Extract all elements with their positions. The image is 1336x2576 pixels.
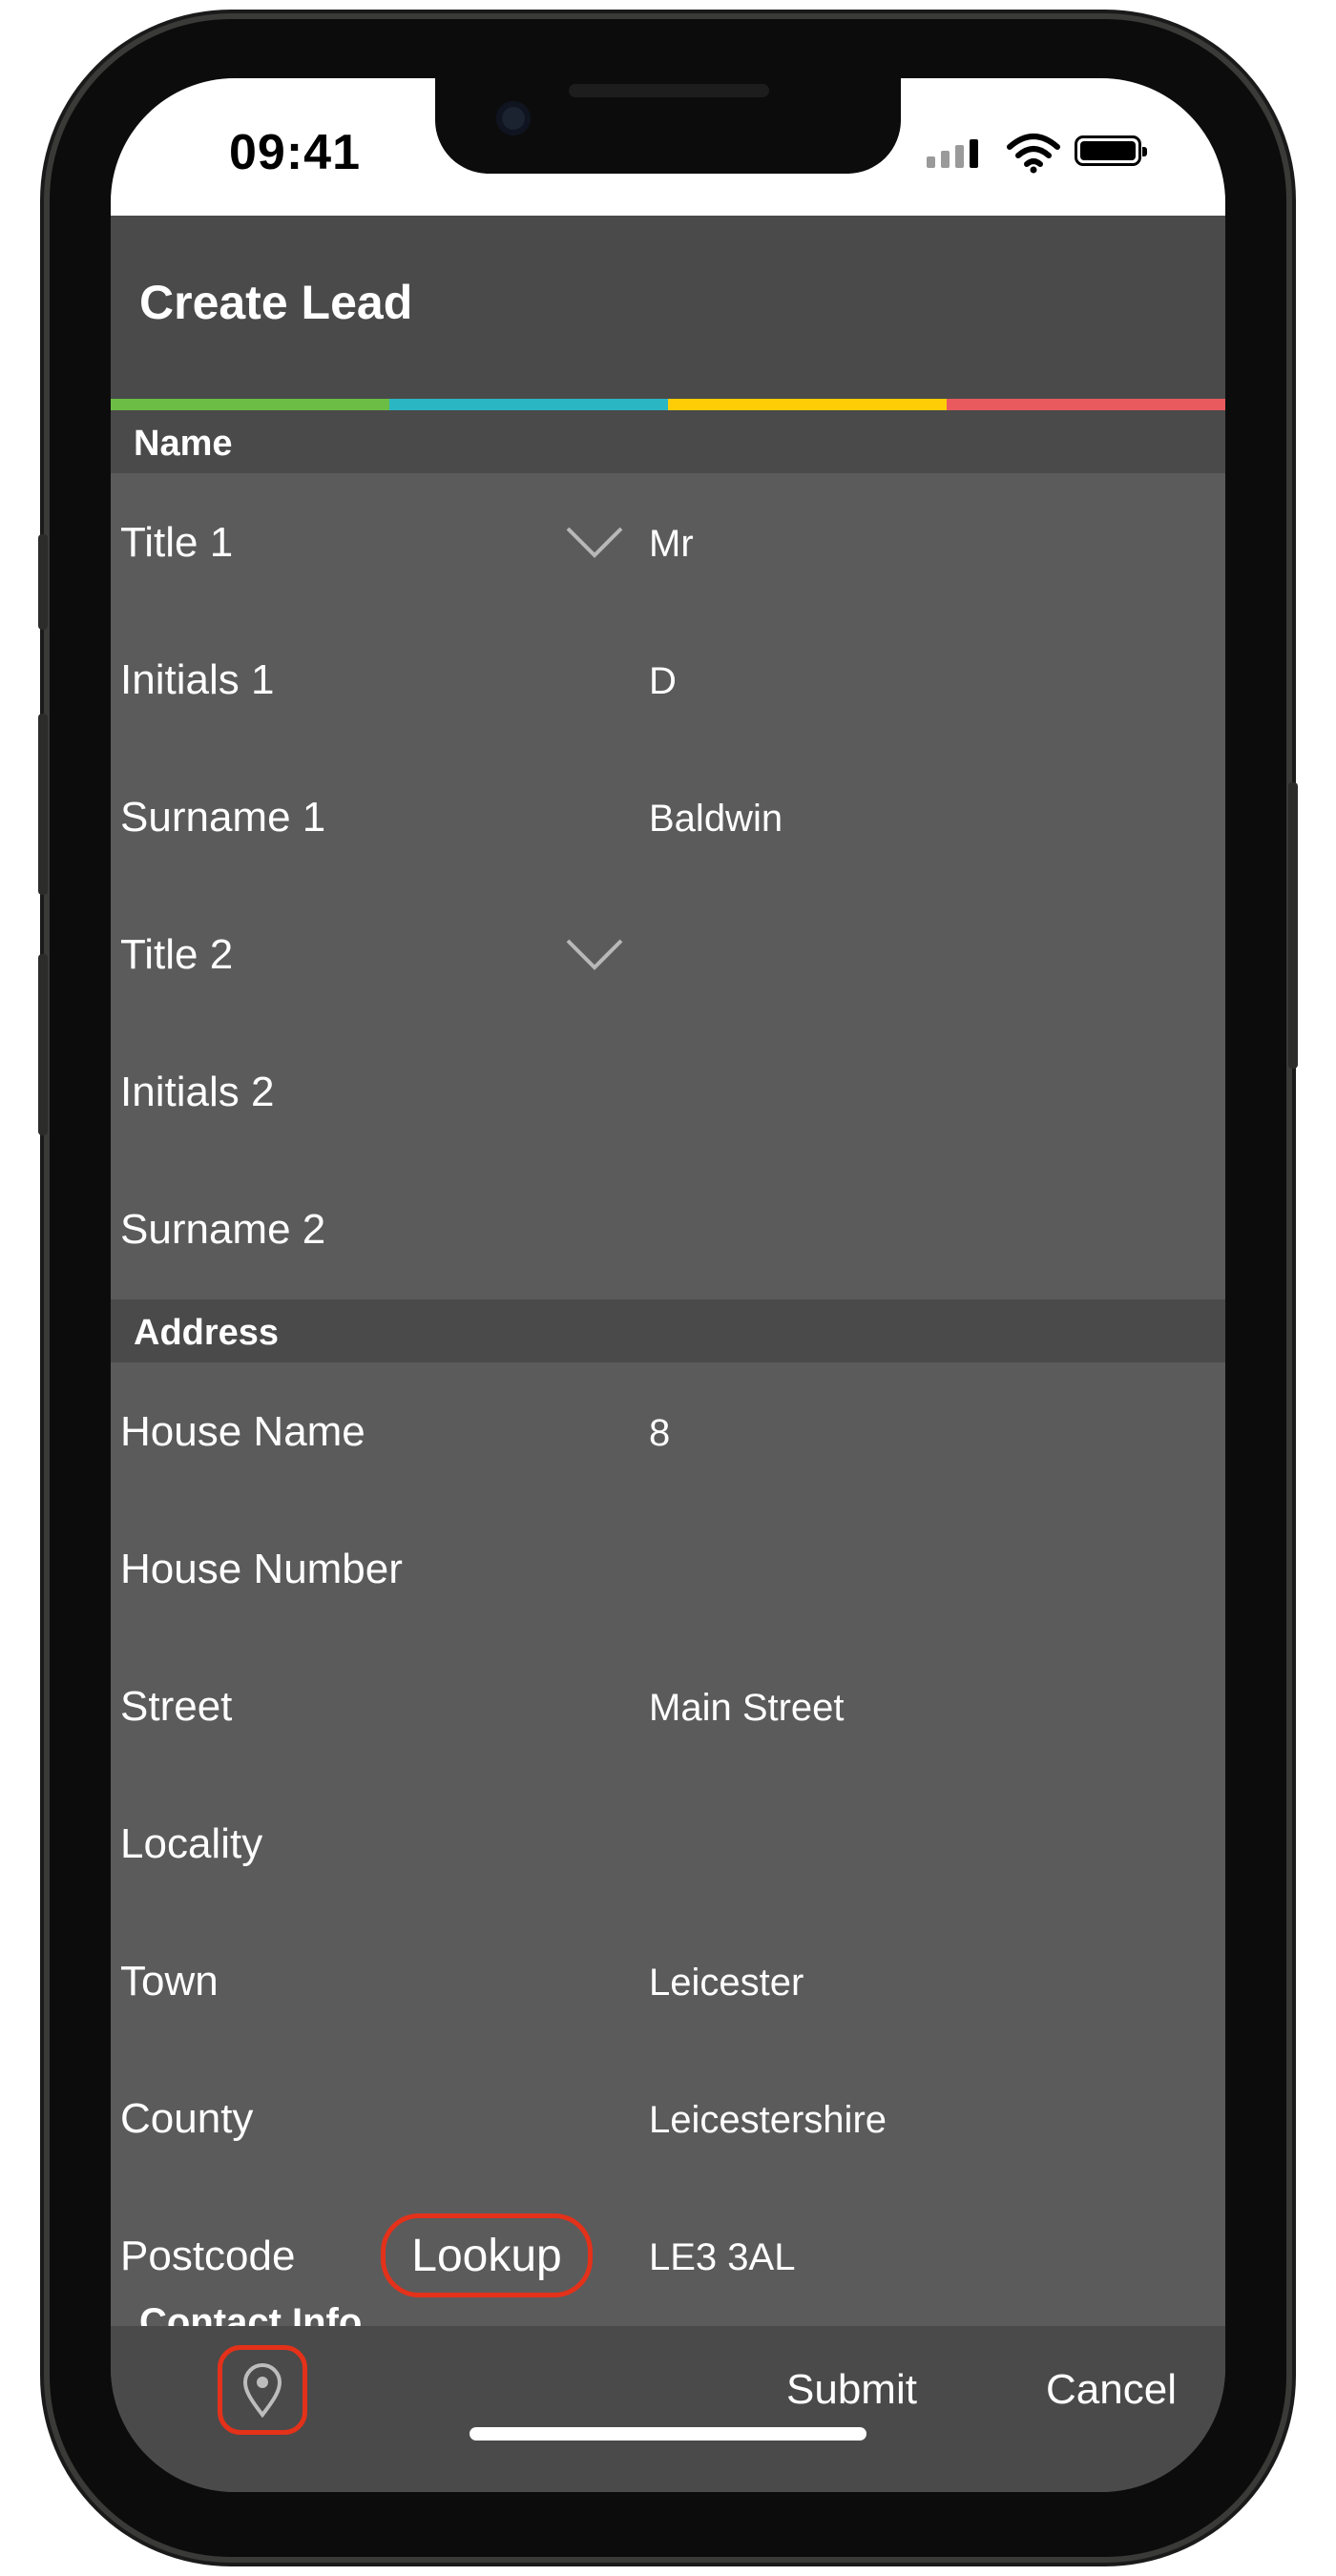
field-locality[interactable]: Locality [111,1775,1225,1912]
volume-down-button [38,954,48,1135]
field-initials-2[interactable]: Initials 2 [111,1023,1225,1160]
field-title-2[interactable]: Title 2 [111,885,1225,1023]
field-county[interactable]: County Leicestershire [111,2049,1225,2187]
battery-icon [1075,135,1147,166]
field-label: Postcode [120,2233,296,2279]
volume-up-button [38,714,48,895]
field-town[interactable]: Town Leicester [111,1912,1225,2049]
home-indicator[interactable] [470,2427,866,2441]
map-pin-icon [242,2363,282,2419]
front-camera [496,101,531,135]
field-street[interactable]: Street Main Street [111,1637,1225,1775]
page-title: Create Lead [139,276,413,329]
section-header-address: Address [111,1299,1225,1362]
submit-button[interactable]: Submit [786,2366,917,2414]
field-label: Title 2 [120,931,234,978]
speaker [569,84,769,97]
status-bar: 09:41 [111,78,1225,216]
field-label: Initials 2 [120,1069,275,1115]
field-value[interactable]: D [649,660,677,703]
field-label: Title 1 [120,519,234,566]
field-label: County [120,2095,254,2142]
field-label: Town [120,1958,219,2005]
field-title-1[interactable]: Title 1 Mr [111,473,1225,611]
field-label: Initials 1 [120,656,275,703]
status-time: 09:41 [229,125,361,180]
notch [435,78,901,174]
field-value[interactable]: Mr [649,523,694,566]
field-label: Locality [120,1820,263,1867]
app-header: Create Lead [111,216,1225,399]
field-value[interactable]: Leicester [649,1962,804,2005]
field-initials-1[interactable]: Initials 1 D [111,611,1225,748]
field-label: Street [120,1683,233,1730]
location-button[interactable] [218,2345,307,2435]
field-house-name[interactable]: House Name 8 [111,1362,1225,1500]
power-button [1288,782,1298,1069]
mute-switch [38,534,48,630]
field-value[interactable]: Main Street [649,1687,845,1730]
section-header-name: Name [111,410,1225,473]
field-label: Surname 2 [120,1206,326,1253]
wifi-icon [1007,134,1060,174]
lookup-button[interactable]: Lookup [381,2213,593,2297]
field-value[interactable]: Baldwin [649,798,783,841]
field-value[interactable]: Leicestershire [649,2099,887,2142]
field-label: Surname 1 [120,794,326,841]
section-label: Address [134,1313,280,1353]
brand-stripes [111,399,1225,410]
chevron-down-icon[interactable] [565,937,624,971]
bottom-toolbar: Contact Info Submit Cancel [111,2301,1225,2492]
field-value[interactable]: LE3 3AL [649,2236,795,2279]
chevron-down-icon[interactable] [565,525,624,559]
cancel-button[interactable]: Cancel [1046,2366,1177,2414]
field-house-number[interactable]: House Number [111,1500,1225,1637]
section-label: Name [134,424,233,464]
field-value[interactable]: 8 [649,1412,670,1455]
field-surname-2[interactable]: Surname 2 [111,1160,1225,1298]
field-surname-1[interactable]: Surname 1 Baldwin [111,748,1225,885]
partial-section-label: Contact Info [139,2301,363,2326]
app-screen: 09:41 Create Lead Name Title 1 Mr Initia… [111,78,1225,2492]
field-label: House Name [120,1408,365,1455]
field-label: House Number [120,1546,403,1592]
